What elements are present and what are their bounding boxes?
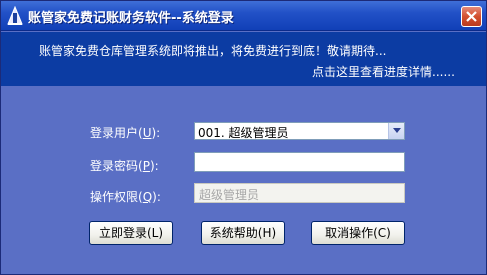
progress-link[interactable]: 点击这里查看进度详情...... — [312, 63, 455, 80]
window-title: 账管家免费记账财务软件--系统登录 — [28, 11, 234, 26]
user-select[interactable]: 001. 超级管理员 — [194, 122, 405, 140]
cancel-button[interactable]: 取消操作(C) — [311, 221, 405, 245]
permission-field: 超级管理员 — [194, 183, 405, 203]
close-icon — [466, 11, 477, 22]
permission-value: 超级管理员 — [199, 188, 260, 202]
login-button[interactable]: 立即登录(L) — [89, 221, 173, 245]
dropdown-button[interactable] — [388, 123, 404, 139]
user-label: 登录用户(U): — [90, 126, 161, 140]
user-label-text: 登录用户 — [90, 126, 139, 140]
permission-label: 操作权限(Q): — [90, 190, 161, 204]
user-select-value: 001. 超级管理员 — [198, 126, 289, 140]
app-logo-icon — [6, 5, 24, 26]
password-field[interactable] — [194, 152, 405, 172]
close-button[interactable] — [461, 6, 482, 27]
user-accelerator: U — [142, 126, 152, 140]
permission-accelerator: Q — [142, 190, 153, 204]
password-label-text: 登录密码 — [90, 159, 139, 173]
chevron-down-icon — [393, 128, 401, 133]
password-accelerator: P — [142, 159, 150, 173]
title-bar[interactable]: 账管家免费记账财务软件--系统登录 — [1, 1, 486, 31]
help-button[interactable]: 系统帮助(H) — [201, 221, 285, 245]
banner-notice: 账管家免费仓库管理系统即将推出，将免费进行到底！敬请期待... — [39, 44, 387, 58]
permission-label-text: 操作权限 — [90, 190, 139, 204]
login-dialog: 账管家免费记账财务软件--系统登录 账管家免费仓库管理系统即将推出，将免费进行到… — [0, 0, 487, 275]
password-label: 登录密码(P): — [90, 159, 159, 173]
notice-banner: 账管家免费仓库管理系统即将推出，将免费进行到底！敬请期待... 点击这里查看进度… — [1, 32, 486, 86]
